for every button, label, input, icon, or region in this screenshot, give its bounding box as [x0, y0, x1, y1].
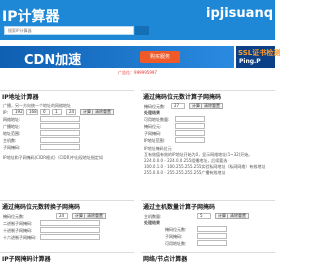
mask-convert-title: 通过掩码位元数转换子网掩码	[2, 204, 81, 211]
mask-bits-input[interactable]: 27	[171, 103, 185, 109]
result-row: 地址范围:	[0, 130, 134, 137]
search-field[interactable]	[4, 26, 134, 35]
subnet-mask-field	[40, 144, 80, 150]
site-header: IP计算器 ipjisuanq	[0, 0, 275, 40]
site-logo[interactable]: IP计算器	[2, 6, 59, 26]
cdn-buy-button[interactable]: 购买服务	[140, 51, 180, 63]
mask-bits-result-field	[197, 226, 227, 232]
hosts-label: 主机数量:	[144, 214, 162, 219]
mask-input[interactable]: 24	[66, 109, 76, 115]
ssl-banner[interactable]: SSL证书检测 Ping.P	[236, 46, 280, 68]
mask-bits-row: 掩码位元数: 27 计算 清除重置	[141, 103, 275, 110]
subnet-calculator-title: IP子网掩码计算器	[2, 256, 51, 263]
hosts-title: 通过主机数量计算子网掩码	[143, 204, 216, 211]
result-row: 可用地址数量:	[141, 116, 275, 123]
search-button[interactable]	[135, 26, 149, 35]
result-row: 可用地址数:	[141, 240, 275, 247]
result-row: 二进制子网掩码:	[0, 220, 134, 227]
result-row: 子网掩码:	[0, 144, 134, 151]
clear-button[interactable]: 清除重置	[201, 103, 223, 109]
result-row: 网络地址:	[0, 116, 134, 123]
ip-input-row: IP: 192 168 0 1 24 计算 清除重置	[0, 109, 134, 116]
ip-range-field	[175, 137, 205, 143]
clear-button[interactable]: 清除重置	[92, 109, 114, 115]
result-row: 十进制子网掩码:	[0, 227, 134, 234]
hosts-panel: 通过主机数量计算子网掩码 主机数量: 5 计算 清除重置 处理结果 掩码位元数:…	[141, 200, 275, 250]
result-row: 掩码位元数:	[141, 226, 275, 233]
host-count-field	[40, 137, 80, 143]
ad-banner: CDN加速 购买服务 SSL证书检测 Ping.P	[0, 46, 280, 68]
hosts-row: 主机数量: 5 计算 清除重置	[141, 213, 275, 220]
cidr-note: IP地址和子网掩码(CIDR格式)（CIDR)中出现地址指定如	[3, 155, 103, 160]
mask-bits-label: 掩码位元数:	[144, 104, 166, 109]
node-calculator-panel: 网络/节点计算器	[141, 252, 275, 265]
clear-button[interactable]: 清除重置	[84, 213, 106, 219]
mask-convert-panel: 通过掩码位元数转换子网掩码 掩码位元数: 24 计算 清除重置 二进制子网掩码:…	[0, 200, 134, 250]
network-address-field	[40, 116, 80, 122]
hex-mask-field	[40, 234, 100, 240]
hosts-input[interactable]: 5	[197, 213, 211, 219]
ad-text: 广告位：999995997	[118, 70, 157, 75]
ssl-subtitle: Ping.P	[239, 58, 261, 65]
cdn-banner[interactable]: CDN加速 购买服务	[0, 46, 234, 68]
ip-range-label: IP地址范围:	[144, 138, 165, 143]
cdn-title: CDN加速	[24, 53, 82, 68]
subnet-mask-field	[175, 130, 205, 136]
mask-bits-input[interactable]: 24	[56, 213, 68, 219]
result-row: IP地址范围:	[141, 137, 275, 144]
result-row: 子网掩码:	[141, 233, 275, 240]
search-input[interactable]	[5, 27, 133, 34]
usable-address-field	[197, 240, 227, 246]
subnet-mask-field	[197, 233, 227, 239]
ssl-title: SSL证书检测	[238, 49, 281, 57]
address-range-field	[40, 130, 80, 136]
result-row: 子网掩码:	[141, 130, 275, 137]
ip-label: IP:	[3, 110, 8, 115]
mask-bits-row: 掩码位元数: 24 计算 清除重置	[0, 213, 134, 220]
result-row: 广播地址:	[0, 123, 134, 130]
subnet-calculator-panel: IP子网掩码计算器	[0, 252, 134, 265]
site-domain: ipjisuanq	[206, 6, 273, 21]
decimal-mask-field	[40, 227, 100, 233]
mask-bits-title: 通过掩码位元数计算子网掩码	[143, 94, 222, 101]
subnet-mask-label: 子网掩码:	[3, 145, 21, 150]
ip-octet-1[interactable]: 192	[12, 109, 24, 115]
clear-button[interactable]: 清除重置	[227, 213, 249, 219]
binary-mask-field	[40, 220, 100, 226]
ip-calculator-panel: IP地址计算器 广播，另一方向统一个地址的网络地址 IP: 192 168 0 …	[0, 90, 134, 200]
node-calculator-title: 网络/节点计算器	[143, 256, 188, 263]
hex-mask-label: 十六进制子网掩码:	[3, 235, 37, 240]
result-row: 十六进制子网掩码:	[0, 234, 134, 241]
ip-octet-3[interactable]: 0	[40, 109, 50, 115]
usable-address-field	[175, 116, 205, 122]
ip-octet-4[interactable]: 1	[52, 109, 62, 115]
mask-bit-field	[175, 123, 205, 129]
usable-address-label: 可用地址数:	[165, 241, 187, 246]
note-line: 255.0.0.0 - 255.255.255.255广播有效地址	[144, 170, 226, 175]
broadcast-address-field	[40, 123, 80, 129]
ip-octet-2[interactable]: 168	[26, 109, 38, 115]
ip-calculator-title: IP地址计算器	[2, 94, 39, 101]
mask-bits-panel: 通过掩码位元数计算子网掩码 掩码位元数: 27 计算 清除重置 处理结果 可用地…	[141, 90, 275, 200]
result-row: 主机数:	[0, 137, 134, 144]
result-row: 掩码位元:	[141, 123, 275, 130]
